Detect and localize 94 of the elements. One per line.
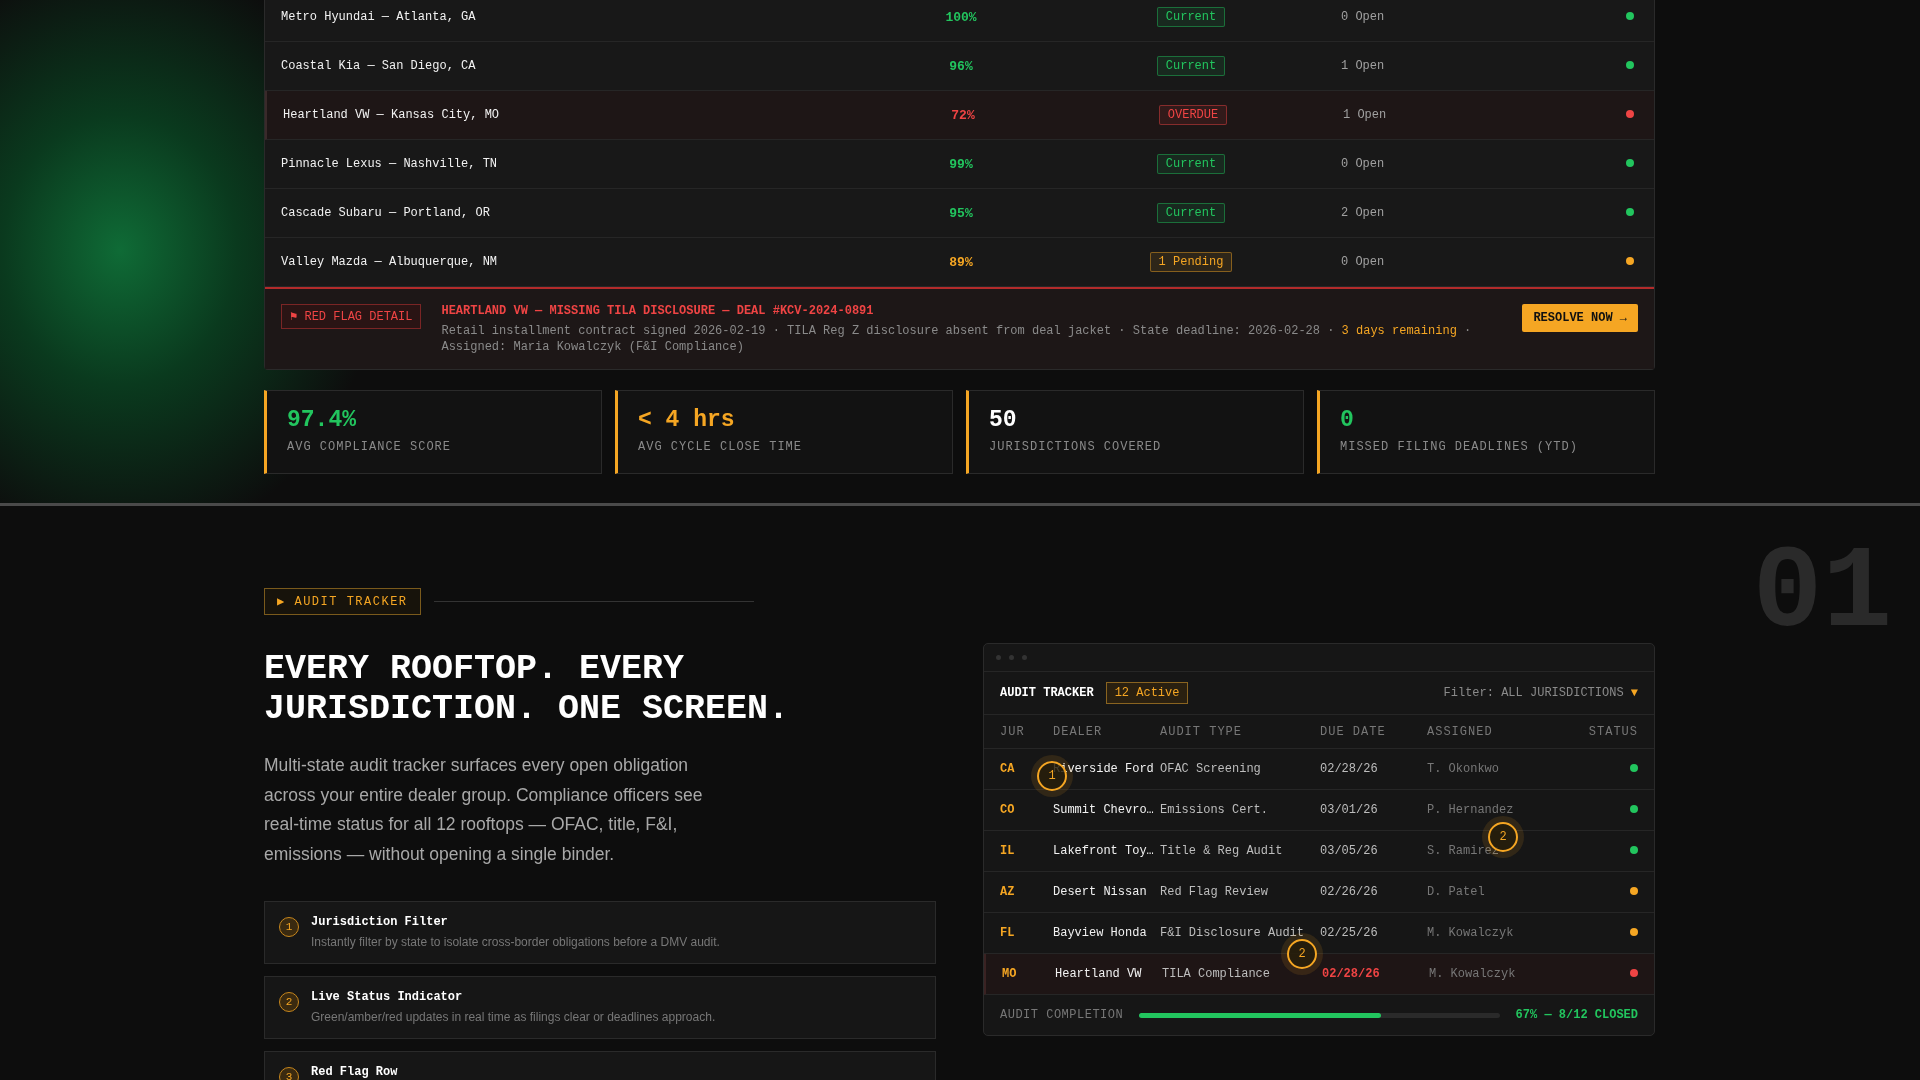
due-date: 02/28/26 [1320, 762, 1379, 776]
stat-value: < 4 hrs [638, 407, 736, 433]
feature-title: Live Status Indicator [311, 990, 464, 1004]
assignee: P. Hernandez [1427, 803, 1515, 817]
due-date: 03/05/26 [1320, 844, 1379, 858]
dealer-name: Bayview Honda [1053, 926, 1148, 940]
tracker-title: AUDIT TRACKER [1000, 686, 1094, 700]
dealer-name: Summit Chevro… [1053, 803, 1155, 817]
column-header: DUE DATE [1320, 724, 1387, 739]
dealer-name: Desert Nissan [1053, 885, 1148, 899]
dealer-name: Lakefront Toy… [1053, 844, 1155, 858]
status-badge: OVERDUE [1158, 105, 1228, 125]
dealer-name: Coastal Kia — San Diego, CA [281, 59, 477, 73]
audit-type: Red Flag Review [1160, 885, 1270, 899]
table-row[interactable]: Heartland VW — Kansas City, MO 72% OVERDUE 1 Open [265, 91, 1654, 140]
section-tag: ▶ AUDIT TRACKER [264, 588, 421, 615]
filter-dropdown[interactable]: Filter: ALL JURISDICTIONS ▼ [1443, 686, 1638, 700]
dealer-name: Pinnacle Lexus — Nashville, TN [281, 157, 499, 171]
dealer-name: Metro Hyundai — Atlanta, GA [281, 10, 477, 24]
column-header: DEALER [1053, 724, 1104, 739]
table-row[interactable]: Pinnacle Lexus — Nashville, TN 99% Current 0 Open [265, 140, 1654, 189]
completion-text: 67% — 8/12 CLOSED [1515, 1008, 1638, 1022]
dealer-name: Heartland VW — Kansas City, MO [283, 108, 501, 122]
table-row[interactable]: AZ Desert Nissan Red Flag Review 02/26/26 D. Patel [984, 872, 1654, 913]
status-badge: Current [1156, 154, 1226, 174]
jurisdiction-code: AZ [1000, 885, 1016, 899]
alert-title: HEARTLAND VW — MISSING TILA DISCLOSURE — DEAL #KCV-2024-0891 [441, 304, 875, 318]
compliance-score: 100% [944, 9, 978, 25]
column-header: AUDIT TYPE [1160, 724, 1243, 739]
audit-type: Emissions Cert. [1160, 803, 1270, 817]
stat-value: 0 [1340, 407, 1355, 433]
audit-type: OFAC Screening [1160, 762, 1262, 776]
compliance-score: 89% [948, 254, 974, 270]
stat-label: JURISDICTIONS COVERED [989, 440, 1163, 454]
open-count: 0 Open [1341, 157, 1386, 171]
assignee: M. Kowalczyk [1429, 967, 1517, 981]
open-count: 1 Open [1343, 108, 1388, 122]
number-badge: 1 [279, 917, 299, 937]
audit-type: TILA Compliance [1162, 967, 1272, 981]
active-badge: 12 Active [1105, 682, 1189, 704]
status-badge: Current [1156, 7, 1226, 27]
stat-label: AVG COMPLIANCE SCORE [287, 440, 453, 454]
jurisdiction-code: IL [1000, 844, 1016, 858]
number-badge: 2 [279, 992, 299, 1012]
audit-type: Title & Reg Audit [1160, 844, 1284, 858]
jurisdiction-code: MO [1002, 967, 1018, 981]
audit-type: F&I Disclosure Audit [1160, 926, 1306, 940]
stat-value: 50 [989, 407, 1018, 433]
resolve-button[interactable]: RESOLVE NOW → [1522, 304, 1638, 332]
compliance-score: 99% [948, 156, 974, 172]
stat-label: AVG CYCLE CLOSE TIME [638, 440, 804, 454]
column-header: STATUS [1587, 724, 1638, 739]
dealer-name: Heartland VW [1055, 967, 1143, 981]
jurisdiction-code: CA [1000, 762, 1016, 776]
open-count: 1 Open [1341, 59, 1386, 73]
open-count: 0 Open [1341, 255, 1386, 269]
annotation-marker: 2 [1287, 939, 1317, 969]
window-controls-icon [996, 655, 1027, 660]
column-header: ASSIGNED [1427, 724, 1494, 739]
stat-value: 97.4% [287, 407, 357, 433]
stat-label: MISSED FILING DEADLINES (YTD) [1340, 440, 1579, 454]
table-row[interactable]: Cascade Subaru — Portland, OR 95% Current 2 Open [265, 189, 1654, 238]
feature-description: Green/amber/red updates in real time as filings clear or deadlines approach. [311, 1010, 716, 1024]
assignee: M. Kowalczyk [1427, 926, 1515, 940]
assignee: D. Patel [1427, 885, 1486, 899]
assignee: T. Okonkwo [1427, 762, 1500, 776]
compliance-score: 95% [948, 205, 974, 221]
due-date: 02/28/26 [1322, 967, 1381, 981]
open-count: 0 Open [1341, 10, 1386, 24]
feature-title: Red Flag Row [311, 1065, 398, 1079]
status-badge: Current [1156, 56, 1226, 76]
due-date: 03/01/26 [1320, 803, 1379, 817]
status-badge: 1 Pending [1149, 252, 1233, 272]
number-badge: 3 [279, 1067, 299, 1080]
jurisdiction-code: CO [1000, 803, 1016, 817]
alert-tag: ⚑ RED FLAG DETAIL [281, 304, 422, 329]
dealer-name: Valley Mazda — Albuquerque, NM [281, 255, 499, 269]
feature-description: Instantly filter by state to isolate cross-border obligations before a DMV audit. [311, 935, 720, 949]
compliance-score: 72% [950, 107, 976, 123]
compliance-score: 96% [948, 58, 974, 74]
feature-title: Jurisdiction Filter [311, 915, 449, 929]
due-date: 02/26/26 [1320, 885, 1379, 899]
section-heading: EVERY ROOFTOP. EVERY JURISDICTION. ONE SCREEN. [264, 649, 791, 729]
column-header: JUR [1000, 724, 1026, 739]
alert-description: Retail installment contract signed 2026-02-19 · TILA Reg Z disclosure absent from deal jacket · State deadline: 2026-02-28 · 3 days remaining · Assigned: Maria Kowalczyk (F&I Compliance) [441, 323, 1473, 355]
open-count: 2 Open [1341, 206, 1386, 220]
jurisdiction-code: FL [1000, 926, 1016, 940]
table-row[interactable]: Metro Hyundai — Atlanta, GA 100% Current 0 Open [265, 0, 1654, 42]
assignee: S. Ramirez [1427, 844, 1500, 858]
status-badge: Current [1156, 203, 1226, 223]
completion-label: AUDIT COMPLETION [1000, 1008, 1124, 1022]
dealer-name: Cascade Subaru — Portland, OR [281, 206, 491, 220]
due-date: 02/25/26 [1320, 926, 1379, 940]
section-description: Multi-state audit tracker surfaces every open obligation across your entire dealer group. Compliance officers see real-time status for all 12 rooftops — OFAC, title, F&I, emissions — without opening a single binder. [264, 754, 704, 866]
